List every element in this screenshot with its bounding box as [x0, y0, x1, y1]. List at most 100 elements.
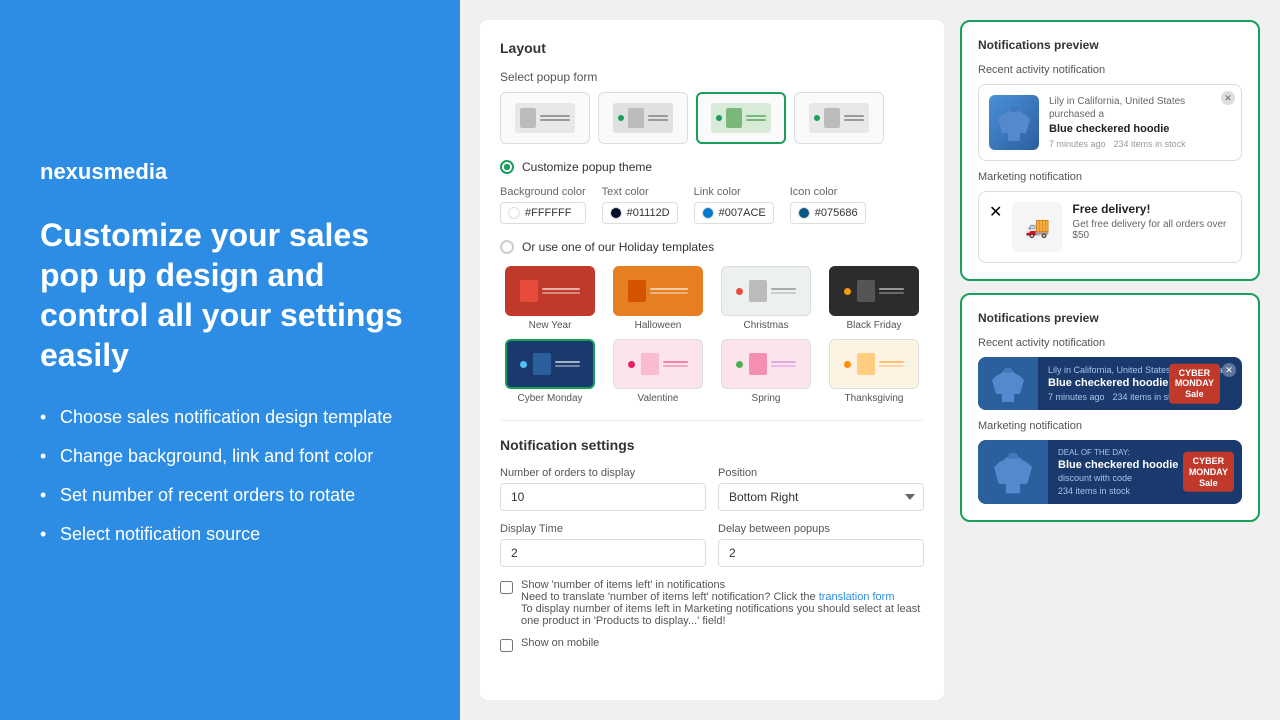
hoodie-svg-cm — [992, 366, 1024, 402]
left-panel: nexusmedia Customize your sales pop up d… — [0, 0, 460, 720]
icon-color-hex: #075686 — [815, 207, 858, 219]
customize-theme-row[interactable]: Customize popup theme — [500, 160, 924, 174]
logo-prefix: nexus — [40, 159, 104, 184]
color-row: Background color #FFFFFF Text color #011… — [500, 186, 924, 224]
show-mobile-row: Show on mobile — [500, 637, 924, 652]
cm-sale-badge-2: CYBERMONDAYSale — [1183, 452, 1234, 492]
show-mobile-checkbox[interactable] — [500, 639, 513, 652]
template-black-friday[interactable]: Black Friday — [824, 266, 924, 331]
template-new-year-label: New Year — [529, 320, 572, 331]
center-panel: Layout Select popup form — [480, 20, 944, 700]
icon-color-swatch — [798, 207, 810, 219]
product-image-1 — [989, 95, 1039, 150]
orders-field: Number of orders to display — [500, 467, 706, 511]
template-halloween[interactable]: Halloween — [608, 266, 708, 331]
link-color-swatch — [702, 207, 714, 219]
settings-grid-top: Number of orders to display Position Bot… — [500, 467, 924, 511]
delivery-icon-1: 🚚 — [1012, 202, 1062, 252]
preview-2-title: Notifications preview — [978, 311, 1242, 325]
delay-field: Delay between popups — [718, 523, 924, 567]
bullet-item-2: Change background, link and font color — [40, 444, 420, 469]
settings-grid-bottom: Display Time Delay between popups — [500, 523, 924, 567]
template-valentine-label: Valentine — [638, 393, 679, 404]
right-area: Layout Select popup form — [460, 0, 1280, 720]
display-time-input[interactable] — [500, 539, 706, 567]
text-color-hex: #01112D — [627, 207, 670, 219]
orders-input[interactable] — [500, 483, 706, 511]
popup-form-label: Select popup form — [500, 70, 924, 84]
link-color-value[interactable]: #007ACE — [694, 202, 774, 224]
position-label: Position — [718, 467, 924, 479]
template-black-friday-label: Black Friday — [846, 320, 901, 331]
popup-form-3[interactable] — [696, 92, 786, 144]
link-color-label: Link color — [694, 186, 774, 198]
icon-color-label: Icon color — [790, 186, 866, 198]
logo-suffix: media — [104, 159, 168, 184]
holiday-templates-label: Or use one of our Holiday templates — [522, 240, 714, 254]
text-color-item: Text color #01112D — [602, 186, 678, 224]
marketing-content-1: Free delivery! Get free delivery for all… — [1072, 202, 1231, 252]
template-christmas-label: Christmas — [743, 320, 788, 331]
hoodie-svg-cm-marketing — [994, 450, 1032, 494]
translation-form-link[interactable]: translation form — [819, 591, 895, 603]
link-color-item: Link color #007ACE — [694, 186, 774, 224]
holiday-templates-radio[interactable] — [500, 240, 514, 254]
popup-form-4[interactable] — [794, 92, 884, 144]
popup-form-1[interactable] — [500, 92, 590, 144]
close-button-cm[interactable]: ✕ — [1222, 363, 1236, 377]
cm-notif-popup: ✕ Lily in California, United States purc… — [978, 357, 1242, 410]
notification-settings: Notification settings Number of orders t… — [500, 420, 924, 652]
notif-content-1: Lily in California, United States purcha… — [1049, 95, 1231, 150]
icon-color-item: Icon color #075686 — [790, 186, 866, 224]
items-left-label: Show 'number of items left' in notificat… — [521, 579, 725, 591]
bullet-item-4: Select notification source — [40, 522, 420, 547]
preview-1-title: Notifications preview — [978, 38, 1242, 52]
bg-color-hex: #FFFFFF — [525, 207, 571, 219]
template-cyber-monday[interactable]: Cyber Monday — [500, 339, 600, 404]
link-color-hex: #007ACE — [719, 207, 766, 219]
cm-sale-badge: CYBERMONDAYSale — [1169, 363, 1220, 403]
notif-meta-1: 7 minutes ago 234 items in stock — [1049, 139, 1231, 149]
popup-form-2[interactable] — [598, 92, 688, 144]
template-thanksgiving-label: Thanksgiving — [845, 393, 904, 404]
template-thanksgiving[interactable]: Thanksgiving — [824, 339, 924, 404]
popup-forms — [500, 92, 924, 144]
bg-color-swatch — [508, 207, 520, 219]
template-cyber-monday-label: Cyber Monday — [517, 393, 582, 404]
customize-theme-radio[interactable] — [500, 160, 514, 174]
position-select[interactable]: Bottom Left Bottom Right Top Left Top Ri… — [718, 483, 924, 511]
template-spring[interactable]: Spring — [716, 339, 816, 404]
marketing-popup-1: ✕ 🚚 Free delivery! Get free delivery for… — [978, 191, 1242, 263]
notif-popup-1: ✕ Lily in California, United States purc… — [978, 84, 1242, 161]
bullet-item-3: Set number of recent orders to rotate — [40, 483, 420, 508]
template-christmas[interactable]: Christmas — [716, 266, 816, 331]
icon-color-value[interactable]: #075686 — [790, 202, 866, 224]
customize-theme-label: Customize popup theme — [522, 160, 652, 174]
cm-marketing-popup: DEAL OF THE DAY: Blue checkered hoodie d… — [978, 440, 1242, 504]
close-button-1[interactable]: ✕ — [1221, 91, 1235, 105]
free-delivery-text: Get free delivery for all orders over $5… — [1072, 219, 1231, 241]
items-left-checkbox[interactable] — [500, 581, 513, 594]
bg-color-value[interactable]: #FFFFFF — [500, 202, 586, 224]
text-color-value[interactable]: #01112D — [602, 202, 678, 224]
template-valentine[interactable]: Valentine — [608, 339, 708, 404]
display-time-field: Display Time — [500, 523, 706, 567]
items-note: Need to translate 'number of items left'… — [521, 591, 816, 603]
cm-product-image — [978, 357, 1038, 410]
recent-activity-label-2: Recent activity notification — [978, 337, 1242, 349]
bg-color-label: Background color — [500, 186, 586, 198]
layout-title: Layout — [500, 40, 924, 56]
close-button-marketing-1[interactable]: ✕ — [989, 202, 1002, 252]
time-ago-1: 7 minutes ago — [1049, 139, 1106, 149]
template-spring-label: Spring — [752, 393, 781, 404]
preview-card-2: Notifications preview Recent activity no… — [960, 293, 1260, 522]
hoodie-svg-1 — [998, 105, 1030, 141]
delay-input[interactable] — [718, 539, 924, 567]
text-color-label: Text color — [602, 186, 678, 198]
template-new-year[interactable]: New Year — [500, 266, 600, 331]
recent-activity-label-1: Recent activity notification — [978, 64, 1242, 76]
holiday-templates-row[interactable]: Or use one of our Holiday templates — [500, 240, 924, 254]
delay-label: Delay between popups — [718, 523, 924, 535]
items-note2: To display number of items left in Marke… — [521, 603, 920, 627]
product-name-1: Blue checkered hoodie — [1049, 123, 1231, 135]
